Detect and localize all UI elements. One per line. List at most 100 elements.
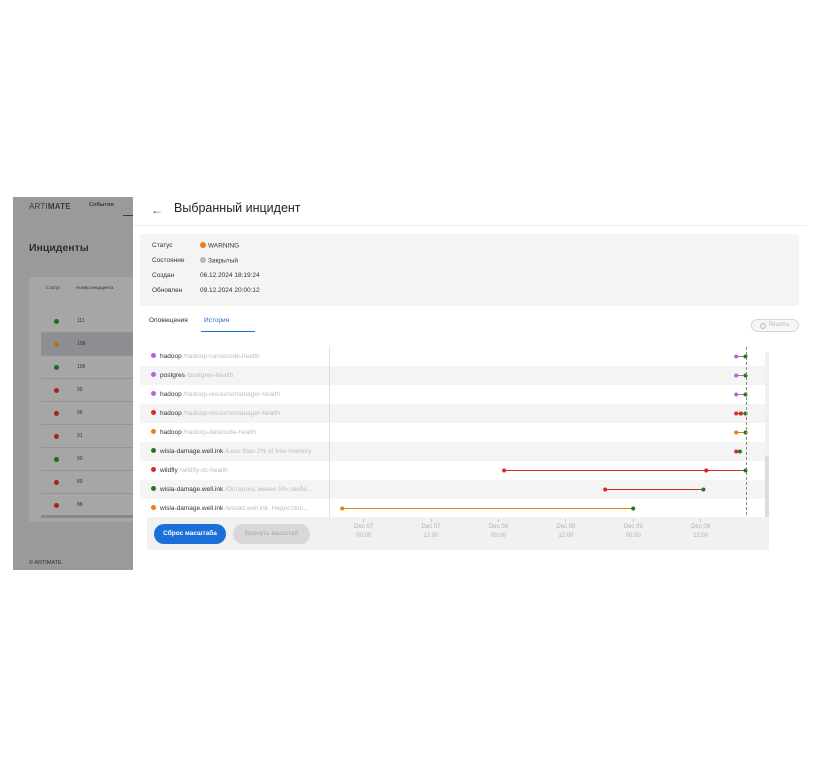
status-dot: [54, 503, 59, 508]
panel-title: Выбранный инцидент: [174, 201, 301, 215]
table-row[interactable]: 88: [41, 494, 133, 517]
tab-active-underline: [201, 331, 255, 332]
arrow-left-icon[interactable]: ←: [151, 203, 163, 217]
background-app: ARTIMATE События Инциденты Статус Номер …: [13, 197, 133, 570]
tick-mark: [700, 519, 702, 522]
tick-time: 00:00: [625, 533, 641, 539]
screen: ARTIMATE События Инциденты Статус Номер …: [0, 0, 822, 768]
timeline-point-start[interactable]: [502, 468, 507, 473]
tick-date: Dec 09: [623, 524, 643, 530]
timeline-point-start[interactable]: [734, 449, 739, 454]
status-dot: [54, 365, 59, 370]
tick-mark: [565, 519, 567, 522]
x-axis-tick: Dec 07 12:00: [411, 517, 451, 541]
info-value: 09.12.2024 20:00:12: [200, 287, 260, 294]
history-timeline: hadoop /hadoop-namenode-health postgres /…: [140, 347, 768, 520]
table-row[interactable]: 89: [41, 471, 133, 494]
timeline-point-start[interactable]: [603, 487, 608, 492]
incident-number: 96: [77, 410, 83, 416]
timeline-point-end[interactable]: [701, 487, 706, 492]
app-logo: ARTIMATE: [29, 202, 71, 211]
table-scrollbar[interactable]: [41, 515, 133, 518]
status-dot: [54, 411, 59, 416]
table-row[interactable]: 96: [41, 402, 133, 425]
info-value-text: 09.12.2024 20:00:12: [200, 287, 260, 294]
header-divider: [133, 225, 807, 226]
timeline-point-start[interactable]: [340, 506, 345, 511]
restore-zoom-button[interactable]: Вернуть масштаб: [233, 524, 310, 544]
timeline-point-start[interactable]: [734, 373, 739, 378]
tick-date: Dec 09: [691, 524, 711, 530]
info-value: 06.12.2024 18:19:24: [200, 272, 260, 279]
tick-mark: [632, 519, 634, 522]
timeline-point-end[interactable]: [737, 449, 742, 454]
incident-number: 90: [77, 456, 83, 462]
status-dot: [200, 242, 206, 248]
check-circle-icon: ✓: [760, 323, 767, 329]
tick-time: 12:00: [423, 533, 439, 539]
nav-tab-events[interactable]: События: [89, 202, 114, 208]
tick-date: Dec 07: [421, 524, 441, 530]
status-dot: [54, 388, 59, 393]
status-dot: [54, 480, 59, 485]
info-value-text: 06.12.2024 18:19:24: [200, 272, 260, 279]
resolve-button-label: Решить: [768, 322, 790, 328]
timeline-chart: [340, 354, 748, 511]
incident-number: 99: [77, 387, 83, 393]
incident-number: 109: [77, 364, 86, 370]
timeline-controls: Сброс масштаба Вернуть масштаб Dec 07 00:…: [147, 517, 769, 550]
tick-time: 00:00: [490, 533, 506, 539]
status-dot: [200, 257, 206, 263]
tick-time: 12:00: [693, 533, 709, 539]
reset-zoom-button[interactable]: Сброс масштаба: [154, 524, 226, 544]
status-dot: [54, 319, 59, 324]
column-header-number: Номер инцидента: [76, 285, 114, 290]
tab-history[interactable]: История: [204, 317, 229, 324]
tick-mark: [430, 519, 432, 522]
tick-date: Dec 07: [354, 524, 374, 530]
timeline-now-line: [745, 347, 747, 520]
table-row[interactable]: 111: [41, 310, 133, 333]
timeline-point-start[interactable]: [734, 392, 739, 397]
incident-panel: ← Выбранный инцидент Статус WARNING Состоя…: [133, 197, 807, 570]
tick-date: Dec 08: [556, 524, 576, 530]
x-axis-tick: Dec 09 00:00: [613, 517, 653, 541]
x-axis-tick: Dec 07 00:00: [344, 517, 384, 541]
incident-info: Статус WARNING Состояние Закрытый Создан 06.1…: [140, 234, 799, 306]
incident-number: 108: [77, 341, 86, 347]
incident-number: 89: [77, 479, 83, 485]
x-axis-tick: Dec 09 12:00: [681, 517, 721, 541]
timeline-point-start[interactable]: [738, 411, 743, 416]
footer-copyright: © ARTIMATE: [29, 560, 62, 566]
info-label: Обновлен: [152, 287, 183, 294]
column-header-status: Статус: [46, 285, 61, 290]
info-label: Статус: [152, 242, 173, 249]
nav-tab-underline: [123, 215, 133, 216]
timeline-point-end[interactable]: [631, 506, 636, 511]
table-row[interactable]: 99: [41, 379, 133, 402]
table-row[interactable]: 91: [41, 425, 133, 448]
status-dot: [54, 342, 59, 347]
timeline-point-start[interactable]: [734, 430, 739, 435]
info-label: Состояние: [152, 257, 185, 264]
tick-time: 12:00: [558, 533, 574, 539]
x-axis-tick: Dec 08 12:00: [546, 517, 586, 541]
status-dot: [54, 457, 59, 462]
tick-mark: [363, 519, 365, 522]
info-value: WARNING: [200, 242, 239, 250]
tab-alerts[interactable]: Оповещения: [149, 317, 188, 324]
info-value-text: WARNING: [208, 242, 240, 250]
page-title: Инциденты: [29, 242, 89, 254]
table-row[interactable]: 109: [41, 356, 133, 379]
incident-number: 88: [77, 502, 83, 508]
table-row[interactable]: 90: [41, 448, 133, 471]
incident-number: 111: [77, 318, 85, 324]
table-row[interactable]: 108: [41, 333, 133, 356]
timeline-point-start[interactable]: [704, 468, 709, 473]
timeline-point-start[interactable]: [734, 354, 739, 359]
status-dot: [54, 434, 59, 439]
timeline-point-start[interactable]: [734, 411, 739, 416]
resolve-button[interactable]: ✓ Решить: [751, 319, 799, 332]
x-axis-tick: Dec 08 00:00: [478, 517, 518, 541]
tick-date: Dec 08: [488, 524, 508, 530]
